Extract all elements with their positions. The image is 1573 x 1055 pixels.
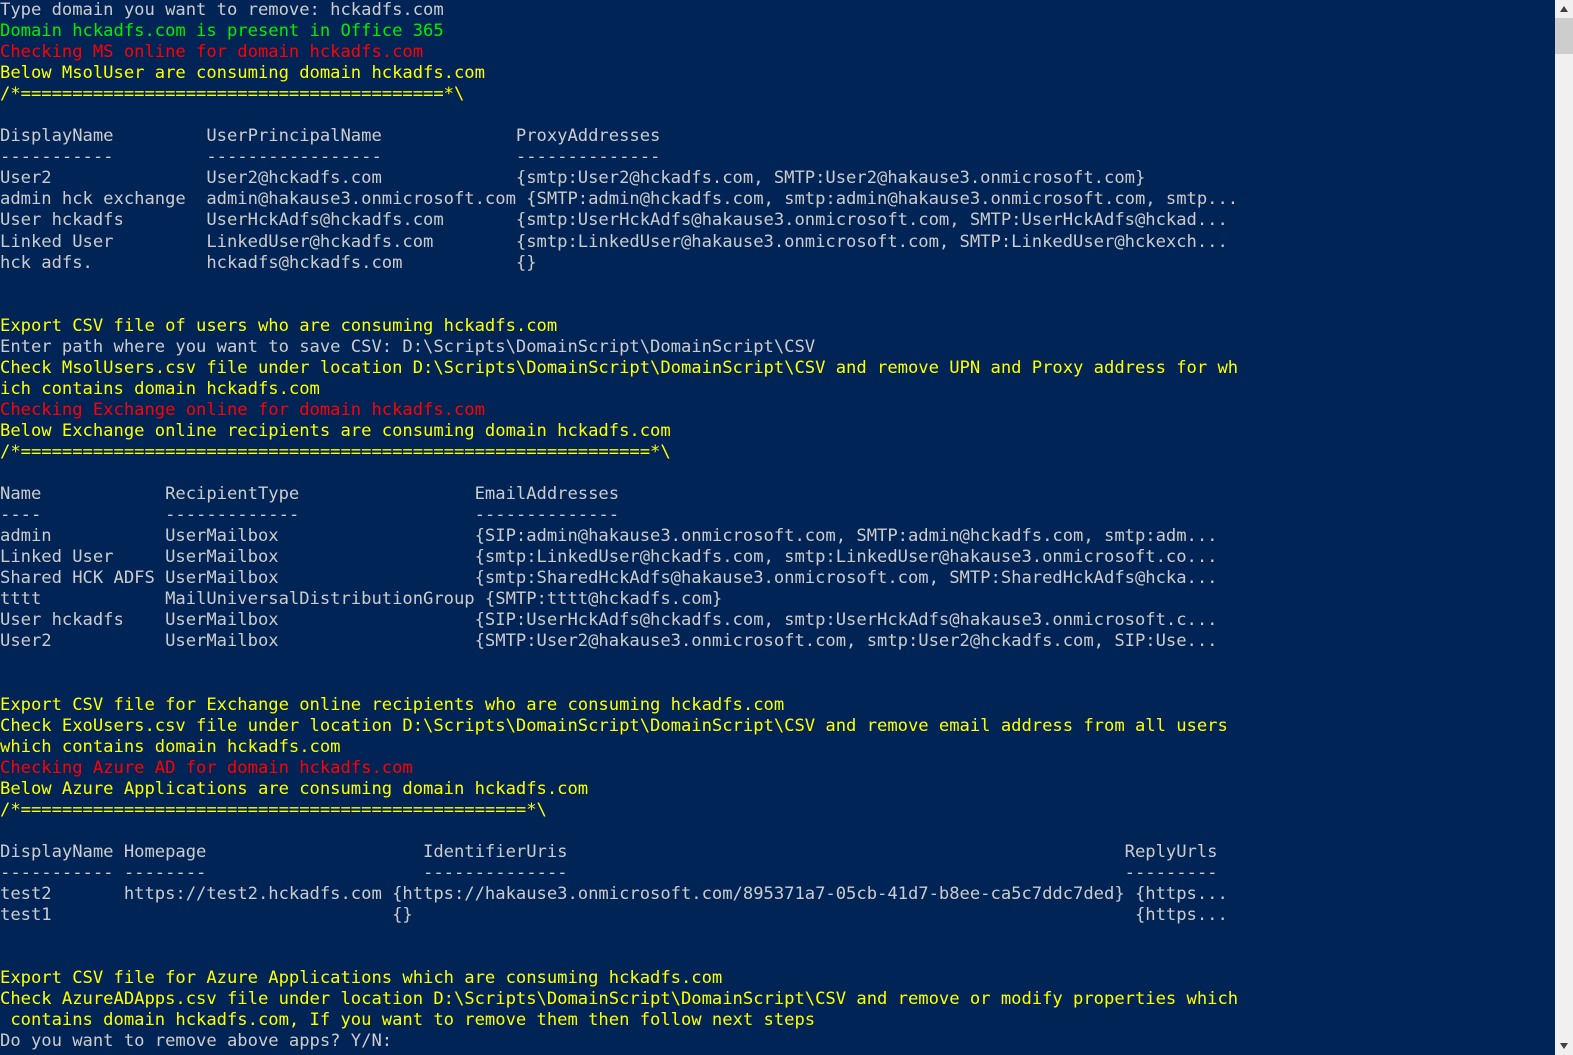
console-line: ---- ------------- -------------- — [0, 505, 620, 526]
console-line: ----------- ----------------- ----------… — [0, 147, 661, 168]
console-line: Do you want to remove above apps? Y/N: — [0, 1031, 393, 1052]
console-line: Check ExoUsers.csv file under location D… — [0, 715, 1228, 736]
console-line: User hckadfs UserMailbox {SIP:UserHckAdf… — [0, 610, 1218, 631]
console-line: Below Azure Applications are consuming d… — [0, 778, 589, 799]
console-line: Export CSV file for Exchange online reci… — [0, 694, 785, 715]
console-line: Enter path where you want to save CSV: D… — [0, 336, 816, 357]
console-line: hck adfs. hckadfs@hckadfs.com {} — [0, 252, 537, 273]
console-line: which contains domain hckadfs.com — [0, 736, 341, 757]
console-line: tttt MailUniversalDistributionGroup {SMT… — [0, 589, 723, 610]
console-line: Export CSV file for Azure Applications w… — [0, 968, 723, 989]
console-line: Linked User LinkedUser@hckadfs.com {smtp… — [0, 231, 1228, 252]
console-line: test1 {} {https... — [0, 905, 1228, 926]
console-line: ----------- -------- -------------- ----… — [0, 862, 1218, 883]
powershell-console-window[interactable]: Type domain you want to remove: hckadfs.… — [0, 0, 1573, 1055]
console-line: Below Exchange online recipients are con… — [0, 420, 671, 441]
triangle-up-icon — [1560, 6, 1568, 12]
console-line: /*======================================… — [0, 84, 465, 105]
console-line: DisplayName UserPrincipalName ProxyAddre… — [0, 126, 661, 147]
console-line: Linked User UserMailbox {smtp:LinkedUser… — [0, 547, 1218, 568]
console-line: DisplayName Homepage IdentifierUris Repl… — [0, 841, 1218, 862]
vertical-scrollbar[interactable] — [1555, 0, 1573, 1055]
console-line: Export CSV file of users who are consumi… — [0, 315, 558, 336]
scrollbar-track[interactable] — [1555, 54, 1573, 1037]
console-line: /*======================================… — [0, 441, 671, 462]
console-line: Check MsolUsers.csv file under location … — [0, 357, 1239, 378]
console-line: test2 https://test2.hckadfs.com {https:/… — [0, 883, 1228, 904]
console-line: Type domain you want to remove: hckadfs.… — [0, 0, 444, 20]
scrollbar-thumb[interactable] — [1555, 18, 1573, 54]
console-line: Check AzureADApps.csv file under locatio… — [0, 989, 1239, 1010]
console-line: Name RecipientType EmailAddresses — [0, 484, 620, 505]
console-line: admin UserMailbox {SIP:admin@hakause3.on… — [0, 526, 1218, 547]
console-line: Shared HCK ADFS UserMailbox {smtp:Shared… — [0, 568, 1218, 589]
console-line: Below MsolUser are consuming domain hcka… — [0, 63, 485, 84]
console-line: Domain hckadfs.com is present in Office … — [0, 21, 444, 42]
scroll-up-button[interactable] — [1555, 0, 1573, 18]
console-line: contains domain hckadfs.com, If you want… — [0, 1010, 816, 1031]
console-line: Checking MS online for domain hckadfs.co… — [0, 42, 424, 63]
triangle-down-icon — [1560, 1043, 1568, 1049]
console-line: Checking Exchange online for domain hcka… — [0, 399, 485, 420]
console-line: Checking Azure AD for domain hckadfs.com — [0, 757, 413, 778]
console-line: User2 User2@hckadfs.com {smtp:User2@hcka… — [0, 168, 1146, 189]
console-line: /*======================================… — [0, 799, 547, 820]
console-output-buffer[interactable]: Type domain you want to remove: hckadfs.… — [0, 0, 1555, 1055]
console-line: admin hck exchange admin@hakause3.onmicr… — [0, 189, 1239, 210]
scroll-down-button[interactable] — [1555, 1037, 1573, 1055]
console-line: User hckadfs UserHckAdfs@hckadfs.com {sm… — [0, 210, 1228, 231]
console-line: ich contains domain hckadfs.com — [0, 378, 320, 399]
console-line: User2 UserMailbox {SMTP:User2@hakause3.o… — [0, 631, 1218, 652]
